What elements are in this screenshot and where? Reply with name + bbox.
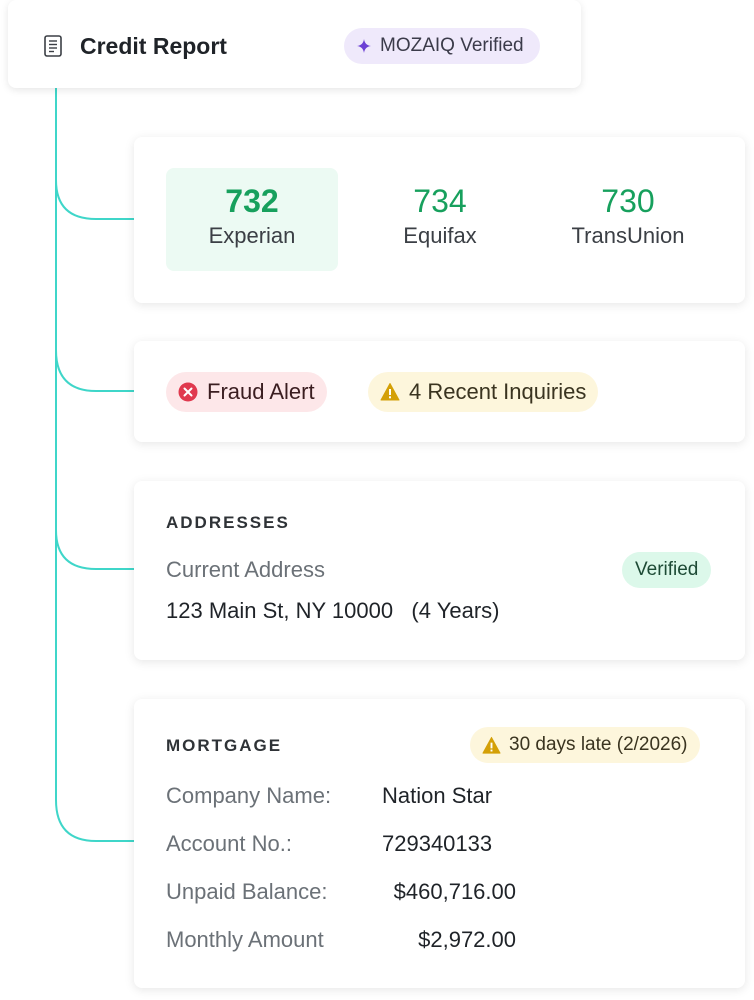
score-transunion[interactable]: 730 TransUnion [542, 168, 714, 271]
document-icon [44, 35, 62, 57]
row-value: 729340133 [382, 831, 493, 856]
alerts-card: Fraud Alert 4 Recent Inquiries [134, 341, 745, 442]
report-header: Credit Report MOZAIQ Verified [8, 0, 581, 88]
credit-scores-card: 732 Experian 734 Equifax 730 TransUnion [134, 137, 745, 303]
mortgage-row-unpaid-balance: Unpaid Balance: $460,716.00 [166, 879, 726, 909]
score-bureau-label: Equifax [403, 223, 477, 248]
mozaiq-verified-label: MOZAIQ Verified [380, 35, 524, 56]
score-value: 732 [225, 183, 279, 219]
mozaiq-verified-badge: MOZAIQ Verified [344, 28, 540, 64]
late-payment-badge: 30 days late (2/2026) [470, 727, 700, 763]
mortgage-heading: MORTGAGE [166, 736, 283, 755]
current-address-value: 123 Main St, NY 10000 (4 Years) [166, 598, 500, 623]
addresses-card: ADDRESSES Current Address Verified 123 M… [134, 481, 745, 660]
recent-inquiries-badge[interactable]: 4 Recent Inquiries [368, 372, 599, 412]
score-value: 734 [413, 183, 467, 219]
row-label: Unpaid Balance: [166, 879, 328, 904]
late-payment-label: 30 days late (2/2026) [509, 734, 688, 755]
address-verified-badge: Verified [622, 552, 712, 588]
row-label: Account No.: [166, 831, 292, 856]
score-bureau-label: TransUnion [571, 223, 685, 248]
mortgage-card: MORTGAGE 30 days late (2/2026) Company N… [134, 699, 745, 988]
row-label: Company Name: [166, 783, 332, 808]
sparkle-icon [357, 39, 371, 53]
fraud-alert-badge[interactable]: Fraud Alert [166, 372, 327, 412]
score-value: 730 [601, 183, 655, 219]
score-equifax[interactable]: 734 Equifax [354, 168, 526, 271]
warning-triangle-icon [380, 383, 400, 401]
credit-report-widget: Credit Report MOZAIQ Verified 732 Experi… [0, 0, 754, 1000]
row-value: $460,716.00 [393, 879, 516, 904]
recent-inquiries-label: 4 Recent Inquiries [409, 379, 587, 404]
mortgage-row-monthly-amount: Monthly Amount $2,972.00 [166, 927, 726, 957]
score-experian[interactable]: 732 Experian [166, 168, 338, 271]
fraud-alert-label: Fraud Alert [207, 379, 315, 404]
addresses-heading: ADDRESSES [166, 513, 290, 532]
mortgage-row-account: Account No.: 729340133 [166, 831, 726, 861]
error-circle-icon [178, 382, 198, 402]
row-value: $2,972.00 [418, 927, 516, 952]
warning-triangle-icon [482, 736, 501, 754]
mortgage-row-company: Company Name: Nation Star [166, 783, 726, 813]
current-address-label: Current Address [166, 557, 325, 582]
row-label: Monthly Amount [166, 927, 324, 952]
page-title: Credit Report [80, 33, 227, 59]
score-bureau-label: Experian [208, 223, 296, 248]
row-value: Nation Star [382, 783, 493, 808]
